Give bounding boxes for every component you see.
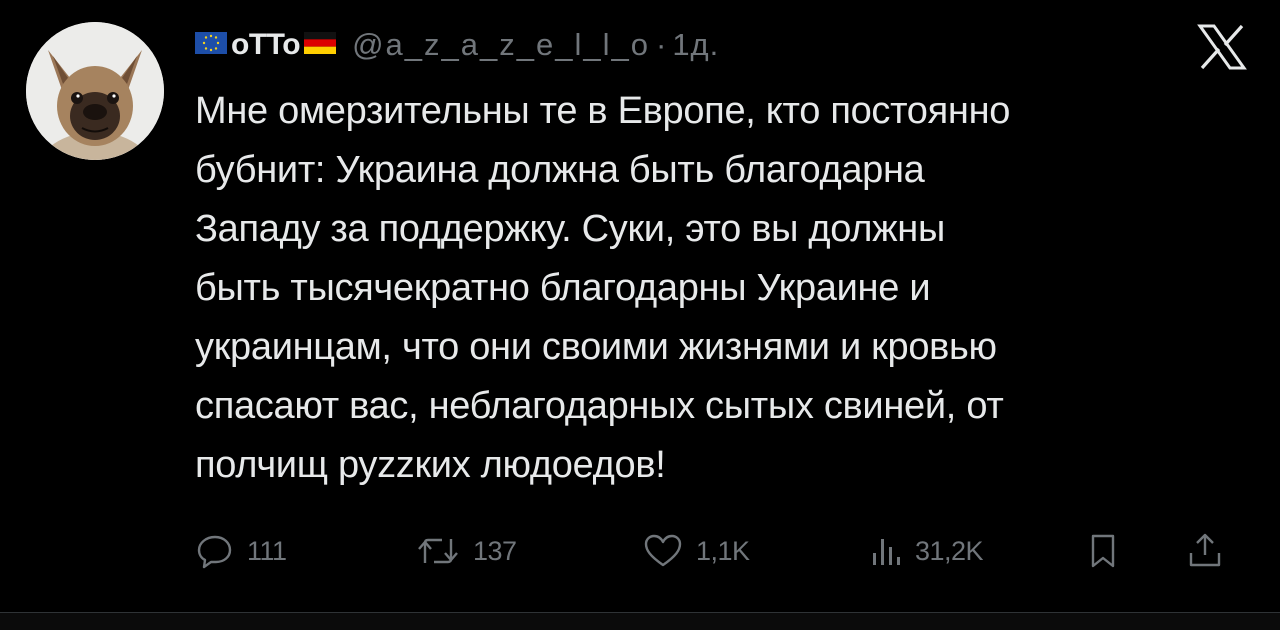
like-button[interactable]: 1,1K	[642, 528, 750, 574]
reply-count: 111	[247, 535, 287, 566]
views-icon	[873, 539, 900, 565]
like-count: 1,1K	[696, 535, 750, 566]
eu-flag-icon	[195, 31, 227, 59]
share-button[interactable]	[1185, 528, 1225, 574]
dog-avatar-image	[26, 22, 164, 160]
author-display-name[interactable]: oTTo	[231, 28, 301, 62]
tweet-text-line: быть тысячекратно благодарны Украине и	[195, 267, 931, 309]
tweet-text-line: Мне омерзительны те в Европе, кто постоя…	[195, 90, 1011, 132]
retweet-icon	[418, 538, 458, 564]
tweet-text-line: бубнит: Украина должна быть благодарна	[195, 149, 925, 191]
bottom-strip	[0, 613, 1280, 630]
tweet-text-line: полчищ руzzких людоедов!	[195, 444, 666, 486]
bookmark-icon	[1091, 534, 1115, 568]
x-logo-icon[interactable]	[1197, 24, 1247, 70]
action-bar: 111 137 1,1K 31,2K	[195, 528, 1255, 574]
share-icon	[1189, 533, 1221, 567]
germany-flag-icon	[304, 31, 337, 59]
tweet-text-line: украинцам, что они своими жизнями и кров…	[195, 326, 997, 368]
reply-button[interactable]: 111	[195, 528, 287, 574]
tweet-text-line: Западу за поддержку. Суки, это вы должны	[195, 208, 945, 250]
views-count: 31,2K	[915, 535, 984, 566]
tweet-header: oTTo @a_z_a_z_e_l_l_o · 1д.	[195, 20, 719, 70]
author-handle[interactable]: @a_z_a_z_e_l_l_o	[352, 27, 650, 63]
avatar[interactable]	[26, 22, 164, 160]
heart-icon	[644, 534, 682, 567]
tweet-card[interactable]: oTTo @a_z_a_z_e_l_l_o · 1д. Мне омерзите…	[0, 0, 1280, 612]
bookmark-button[interactable]	[1085, 528, 1121, 574]
retweet-button[interactable]: 137	[415, 528, 517, 574]
post-time[interactable]: 1д.	[672, 27, 719, 63]
tweet-text: Мне омерзительны те в Европе, кто постоя…	[195, 82, 1265, 495]
retweet-count: 137	[473, 535, 517, 566]
reply-icon	[197, 535, 232, 569]
separator-dot: ·	[655, 27, 667, 62]
views-button[interactable]: 31,2K	[867, 528, 984, 574]
tweet-text-line: спасают вас, неблагодарных сытых свиней,…	[195, 385, 1004, 427]
